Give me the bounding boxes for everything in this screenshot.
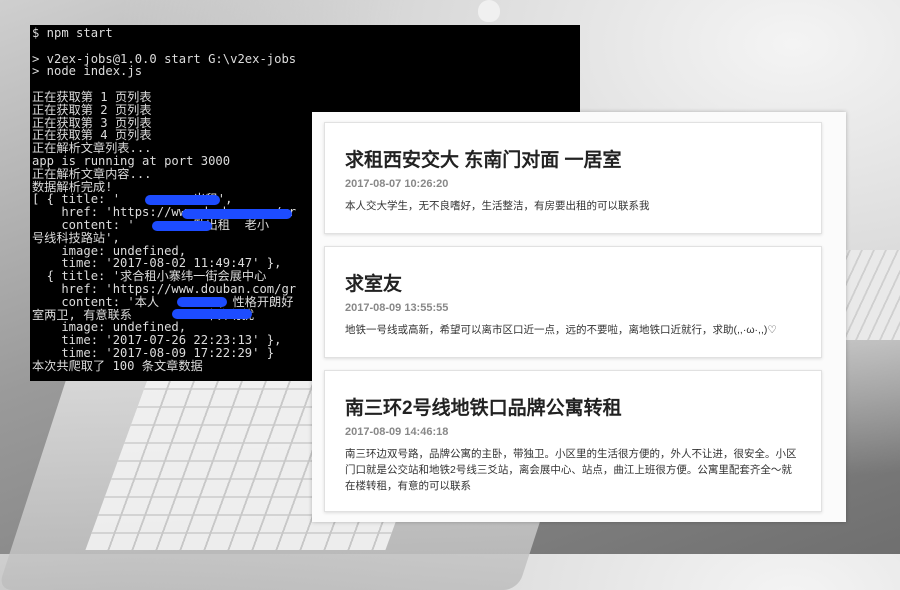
redaction-mark: [177, 297, 227, 307]
listing-title[interactable]: 求室友: [345, 269, 801, 296]
listing-title[interactable]: 南三环2号线地铁口品牌公寓转租: [345, 393, 801, 420]
terminal-line: > node index.js: [32, 64, 143, 79]
terminal-line: 正在获取第 1 页列表: [32, 89, 152, 104]
listing-content: 南三环边双号路，品牌公寓的主卧，带独卫。小区里的生活很方便的，外人不让进，很安全…: [345, 448, 797, 492]
apple-logo: [478, 0, 500, 22]
redaction-mark: [172, 309, 252, 319]
redaction-mark: [145, 195, 220, 205]
listing-card[interactable]: 南三环2号线地铁口品牌公寓转租 2017-08-09 14:46:18 南三环边…: [324, 370, 822, 512]
listing-panel: 求租西安交大 东南门对面 一居室 2017-08-07 10:26:20 本人交…: [312, 112, 846, 522]
listing-content: 本人交大学生，无不良嗜好，生活整洁，有房要出租的可以联系我: [345, 200, 650, 212]
redaction-mark: [182, 209, 292, 219]
terminal-line: $ npm start: [32, 26, 113, 40]
listing-card[interactable]: 求租西安交大 东南门对面 一居室 2017-08-07 10:26:20 本人交…: [324, 122, 822, 234]
listing-time: 2017-08-07 10:26:20: [345, 178, 449, 190]
listing-time: 2017-08-09 13:55:55: [345, 302, 449, 314]
redaction-mark: [152, 221, 212, 231]
listing-title[interactable]: 求租西安交大 东南门对面 一居室: [345, 145, 801, 172]
listing-content: 地铁一号线或高新，希望可以离市区口近一点，远的不要啦，离地铁口近就行，求助(,,…: [345, 324, 777, 336]
listing-card[interactable]: 求室友 2017-08-09 13:55:55 地铁一号线或高新，希望可以离市区…: [324, 246, 822, 358]
listing-time: 2017-08-09 14:46:18: [345, 426, 449, 438]
